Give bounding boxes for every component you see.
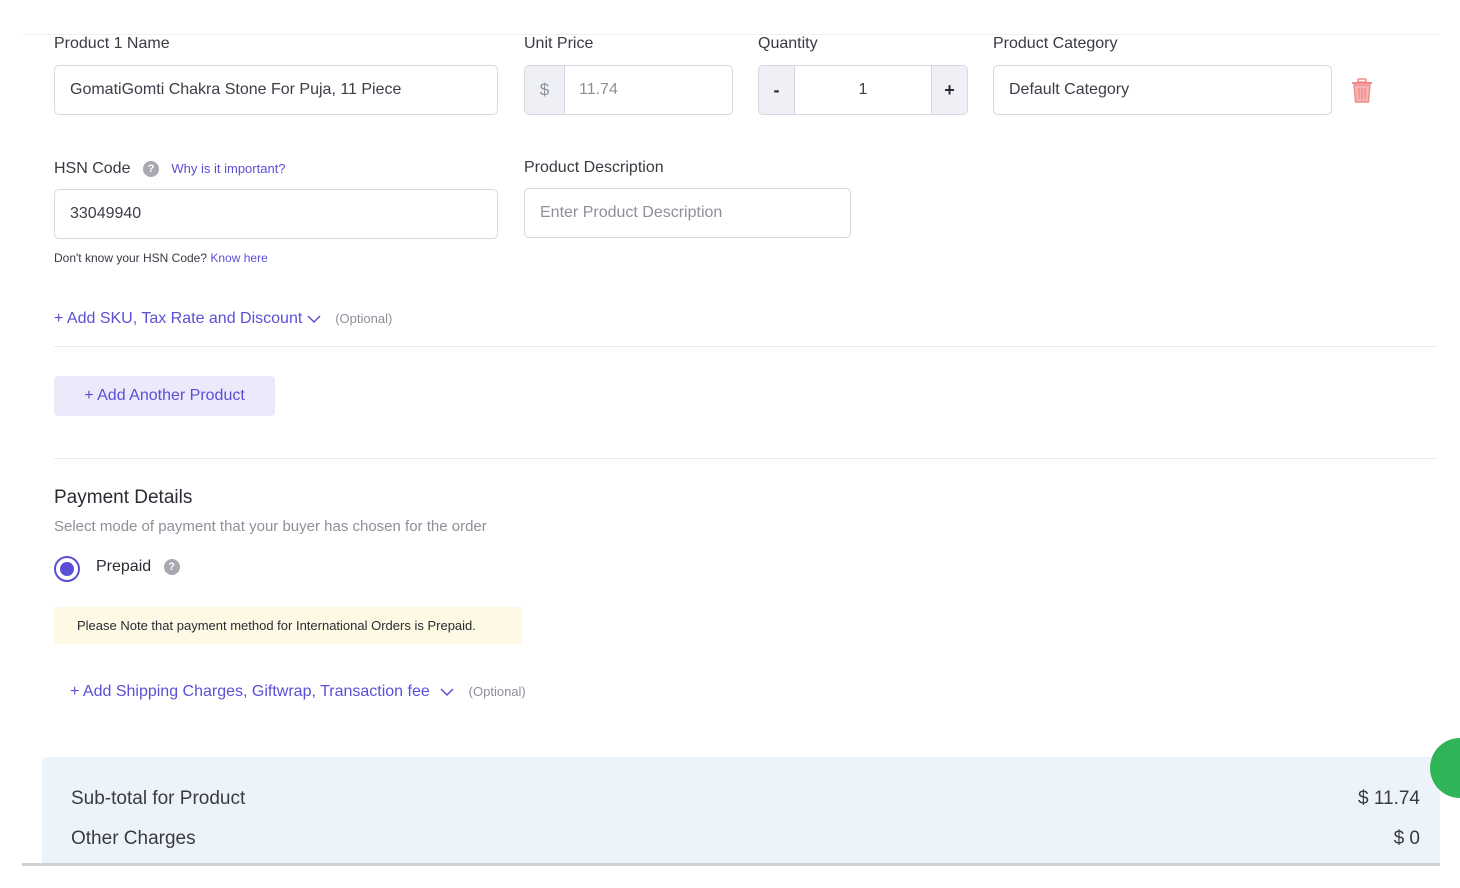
add-charges-toggle[interactable]: + Add Shipping Charges, Giftwrap, Transa… [70,683,526,701]
payment-details-title: Payment Details [54,487,193,508]
prepaid-label-row: Prepaid ? [96,558,180,576]
quantity-label: Quantity [758,35,818,52]
product-category-value: Default Category [1009,81,1130,98]
know-here-link[interactable]: Know here [210,251,267,265]
product-name-input[interactable]: GomatiGomti Chakra Stone For Puja, 11 Pi… [54,65,498,115]
hsn-code-label: HSN Code [54,160,131,177]
product-name-label: Product 1 Name [54,35,170,52]
unit-price-label: Unit Price [524,35,594,52]
subtotal-value: $ 11.74 [1358,788,1420,809]
product-description-placeholder: Enter Product Description [540,204,723,221]
totals-panel: Sub-total for Product $ 11.74 Other Char… [42,757,1440,863]
why-important-link[interactable]: Why is it important? [171,161,285,176]
product-category-label: Product Category [993,35,1118,52]
hsn-code-value: 33049940 [70,205,142,222]
add-sku-label: + Add SKU, Tax Rate and Discount [54,310,303,327]
currency-prefix: $ [525,66,565,114]
product-description-label: Product Description [524,159,664,176]
quantity-increment-button[interactable]: + [931,66,967,114]
payment-note: Please Note that payment method for Inte… [54,607,522,644]
product-category-select[interactable]: Default Category [993,65,1332,115]
divider [22,863,1440,866]
other-charges-value: $ 0 [1393,828,1420,849]
help-icon[interactable]: ? [163,558,180,575]
unit-price-input[interactable]: $ 11.74 [524,65,733,115]
product-name-value: GomatiGomti Chakra Stone For Puja, 11 Pi… [70,81,402,98]
subtotal-label: Sub-total for Product [71,788,246,809]
product-description-input[interactable]: Enter Product Description [524,188,851,238]
hsn-hint: Don't know your HSN Code? Know here [54,251,268,265]
quantity-input[interactable]: 1 [795,66,931,114]
hsn-hint-text: Don't know your HSN Code? [54,251,208,265]
add-charges-label: + Add Shipping Charges, Giftwrap, Transa… [70,683,430,700]
prepaid-label: Prepaid [96,558,152,575]
prepaid-radio[interactable] [54,556,80,582]
optional-tag: (Optional) [468,684,526,699]
radio-selected-dot [60,562,74,576]
other-charges-label: Other Charges [71,828,196,849]
chevron-down-icon [307,315,321,323]
optional-tag: (Optional) [335,311,393,326]
hsn-code-input[interactable]: 33049940 [54,189,498,239]
add-another-product-button[interactable]: + Add Another Product [54,376,275,416]
delete-product-icon[interactable] [1350,78,1374,104]
divider [54,346,1438,347]
quantity-stepper: - 1 + [758,65,968,115]
chevron-down-icon [440,688,454,696]
quantity-decrement-button[interactable]: - [759,66,795,114]
payment-details-subtitle: Select mode of payment that your buyer h… [54,518,487,535]
divider [54,458,1438,459]
unit-price-value: 11.74 [579,81,618,98]
hsn-label-row: HSN Code ? Why is it important? [54,160,286,178]
add-sku-toggle[interactable]: + Add SKU, Tax Rate and Discount (Option… [54,310,392,328]
help-icon[interactable]: ? [142,160,159,177]
order-form-card [22,34,1440,866]
